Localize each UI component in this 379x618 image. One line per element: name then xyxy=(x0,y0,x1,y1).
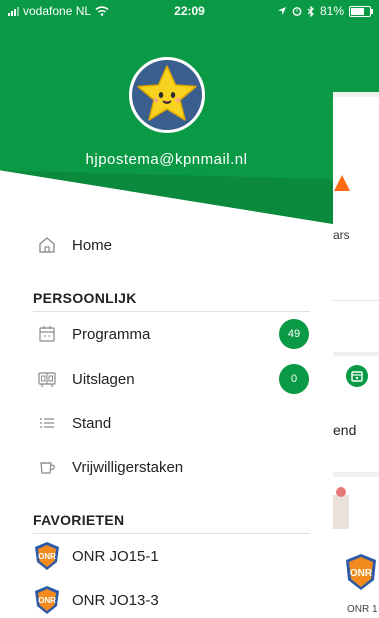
menu-item-uitslagen[interactable]: Uitslagen 0 xyxy=(0,357,333,401)
cup-icon xyxy=(36,456,58,478)
calendar-icon xyxy=(351,371,363,382)
background-team-text: ONR 1 xyxy=(347,604,378,615)
star-icon xyxy=(334,175,350,191)
favorite-item-onr-jo13-3[interactable]: ONR ONR JO13-3 xyxy=(0,578,333,618)
avatar[interactable] xyxy=(129,57,205,133)
menu-item-stand[interactable]: Stand xyxy=(0,401,333,445)
menu-item-label: ONR JO15-1 xyxy=(72,547,159,565)
background-divider xyxy=(333,300,379,301)
menu-item-label: Uitslagen xyxy=(72,370,135,388)
location-icon xyxy=(277,7,286,15)
bluetooth-icon xyxy=(307,5,314,17)
menu-item-label: Programma xyxy=(72,325,151,343)
menu-item-label: Home xyxy=(72,236,113,254)
navigation-drawer: hjpostema@kpnmail.nl Home PERSOONLIJK Pr… xyxy=(0,0,333,618)
favorite-item-onr-jo15-1[interactable]: ONR ONR JO15-1 xyxy=(0,534,333,578)
player-image xyxy=(333,487,349,529)
battery-percentage: 81% xyxy=(319,4,344,18)
menu-item-label: Stand xyxy=(72,414,112,432)
menu-item-label: ONR JO13-3 xyxy=(72,591,159,609)
menu-item-label: Vrijwilligerstaken xyxy=(72,458,184,476)
battery-icon xyxy=(349,5,373,17)
calendar-button[interactable] xyxy=(346,365,368,387)
club-logo-icon: ONR xyxy=(34,541,60,571)
calendar-icon xyxy=(36,323,58,345)
scoreboard-icon xyxy=(36,368,58,390)
club-logo-icon: ONR xyxy=(34,585,60,615)
section-header-favorites: FAVORIETEN xyxy=(33,512,125,528)
account-email: hjpostema@kpnmail.nl xyxy=(85,151,248,168)
count-badge: 49 xyxy=(279,319,309,349)
svg-text:ONR: ONR xyxy=(38,596,56,605)
home-icon xyxy=(36,234,58,256)
menu-item-home[interactable]: Home xyxy=(0,223,333,267)
svg-text:ONR: ONR xyxy=(350,568,373,579)
status-bar: vodafone NL 22:09 81% xyxy=(0,0,379,22)
menu-item-vrijwilligerstaken[interactable]: Vrijwilligerstaken xyxy=(0,445,333,489)
background-end-text: end xyxy=(333,422,357,438)
menu-item-programma[interactable]: Programma 49 xyxy=(0,312,333,356)
background-stars-text: ars xyxy=(333,228,350,242)
star-face-icon xyxy=(137,65,197,121)
svg-text:ONR: ONR xyxy=(38,552,56,561)
list-icon xyxy=(36,412,58,434)
alarm-icon xyxy=(292,7,302,16)
background-card xyxy=(333,97,379,352)
section-header-personal: PERSOONLIJK xyxy=(33,290,137,306)
club-logo-icon: ONR xyxy=(346,554,376,590)
count-badge: 0 xyxy=(279,364,309,394)
